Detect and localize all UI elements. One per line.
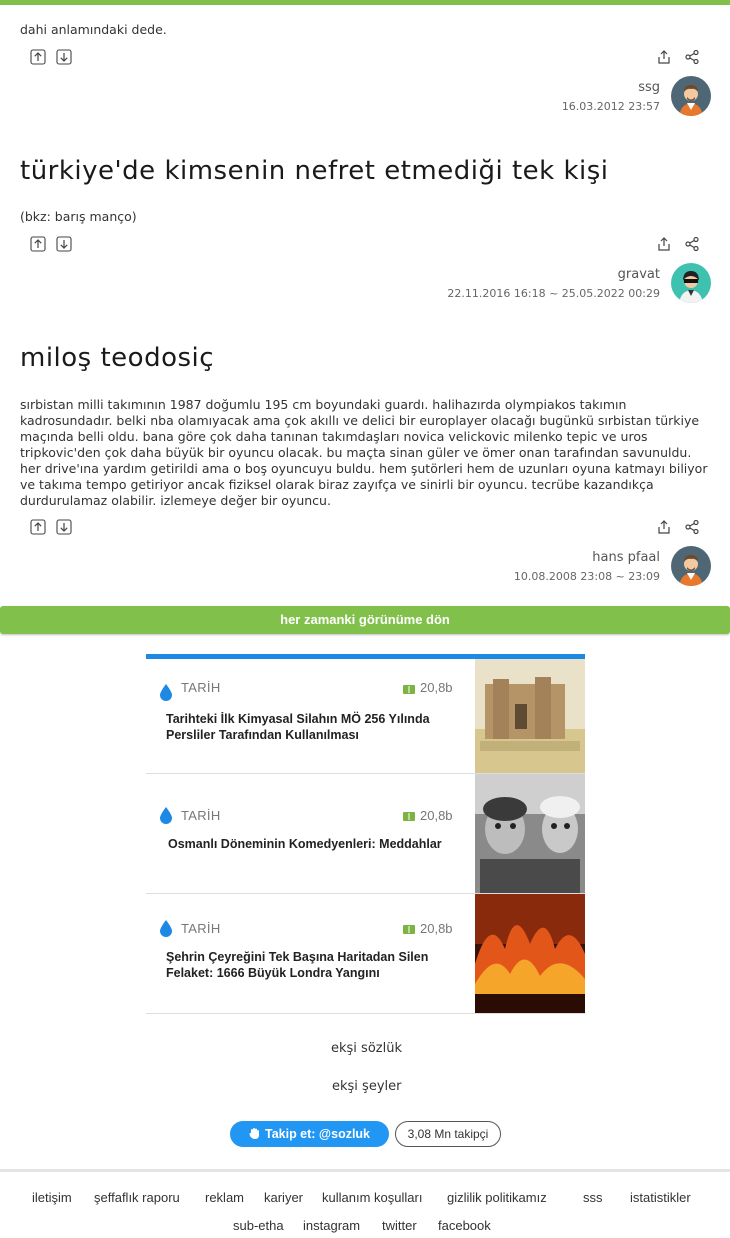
author-name[interactable]: gravat — [618, 267, 660, 282]
entry-date[interactable]: 16.03.2012 23:57 — [562, 100, 660, 113]
entry-text: sırbistan milli takımının 1987 doğumlu 1… — [20, 397, 708, 508]
share-icon[interactable] — [684, 236, 700, 252]
follow-button[interactable]: Takip et: @sozluk — [230, 1121, 389, 1147]
share-out-icon[interactable] — [656, 519, 672, 535]
share-out-icon[interactable] — [656, 236, 672, 252]
promo-thumbnail[interactable] — [475, 894, 585, 1013]
footer-link-advertising[interactable]: reklam — [205, 1190, 244, 1205]
footer-divider — [0, 1169, 730, 1172]
eksi-seyler-link[interactable]: ekşi şeyler — [332, 1079, 401, 1094]
avatar[interactable] — [671, 263, 711, 303]
book-icon — [403, 812, 415, 821]
promo-category: TARİH — [181, 680, 221, 695]
footer-link-terms[interactable]: kullanım koşulları — [322, 1190, 422, 1205]
promo-thumbnail[interactable] — [475, 659, 585, 773]
topic-title[interactable]: miloş teodosiç — [20, 343, 214, 373]
promo-card[interactable]: TARİH 20,8b Osmanlı Döneminin Komedyenle… — [146, 774, 585, 894]
upvote-icon[interactable] — [30, 49, 46, 65]
topic-title[interactable]: türkiye'de kimsenin nefret etmediği tek … — [20, 156, 609, 186]
back-to-default-view-button[interactable]: her zamanki görünüme dön — [0, 606, 730, 634]
promo-title[interactable]: Osmanlı Döneminin Komedyenleri: Meddahla… — [168, 836, 448, 852]
footer-link-twitter[interactable]: twitter — [382, 1218, 417, 1233]
promo-card-list: TARİH 20,8b Tarihteki İlk Kimyasal Silah… — [146, 654, 585, 1014]
promo-category: TARİH — [181, 808, 221, 823]
eksi-sozluk-link[interactable]: ekşi sözlük — [331, 1041, 402, 1056]
footer-link-privacy[interactable]: gizlilik politikamız — [447, 1190, 547, 1205]
downvote-icon[interactable] — [56, 519, 72, 535]
promo-thumbnail[interactable] — [475, 774, 585, 893]
hand-icon — [249, 1123, 260, 1149]
footer-link-statistics[interactable]: istatistikler — [630, 1190, 691, 1205]
follower-count[interactable]: 3,08 Mn takipçi — [395, 1121, 501, 1147]
avatar[interactable] — [671, 546, 711, 586]
footer-link-faq[interactable]: sss — [583, 1190, 603, 1205]
downvote-icon[interactable] — [56, 236, 72, 252]
downvote-icon[interactable] — [56, 49, 72, 65]
footer-link-contact[interactable]: iletişim — [32, 1190, 72, 1205]
share-icon[interactable] — [684, 49, 700, 65]
upvote-icon[interactable] — [30, 236, 46, 252]
entry-date[interactable]: 22.11.2016 16:18 ~ 25.05.2022 00:29 — [447, 287, 660, 300]
promo-read-count: 20,8b — [420, 808, 453, 823]
follow-label: Takip et: @sozluk — [264, 1127, 371, 1141]
water-drop-icon — [160, 807, 172, 824]
promo-title[interactable]: Tarihteki İlk Kimyasal Silahın MÖ 256 Yı… — [166, 711, 446, 743]
entry-text: dahi anlamındaki dede. — [20, 22, 167, 37]
footer-link-instagram[interactable]: instagram — [303, 1218, 360, 1233]
author-name[interactable]: ssg — [638, 80, 660, 95]
promo-card[interactable]: TARİH 20,8b Şehrin Çeyreğini Tek Başına … — [146, 894, 585, 1014]
footer-link-transparency-report[interactable]: şeffaflık raporu — [94, 1190, 180, 1205]
promo-card[interactable]: TARİH 20,8b Tarihteki İlk Kimyasal Silah… — [146, 659, 585, 774]
entry-date[interactable]: 10.08.2008 23:08 ~ 23:09 — [514, 570, 660, 583]
share-out-icon[interactable] — [656, 49, 672, 65]
entry-text: (bkz: barış manço) — [20, 209, 137, 224]
footer-link-careers[interactable]: kariyer — [264, 1190, 303, 1205]
avatar[interactable] — [671, 76, 711, 116]
book-icon — [403, 925, 415, 934]
water-drop-icon — [160, 920, 172, 937]
water-drop-icon — [160, 684, 172, 701]
author-name[interactable]: hans pfaal — [592, 550, 660, 565]
promo-category: TARİH — [181, 921, 221, 936]
promo-read-count: 20,8b — [420, 680, 453, 695]
share-icon[interactable] — [684, 519, 700, 535]
footer-link-sub-etha[interactable]: sub-etha — [233, 1218, 284, 1233]
footer-link-facebook[interactable]: facebook — [438, 1218, 491, 1233]
promo-title[interactable]: Şehrin Çeyreğini Tek Başına Haritadan Si… — [166, 949, 446, 981]
promo-read-count: 20,8b — [420, 921, 453, 936]
book-icon — [403, 685, 415, 694]
top-accent-bar — [0, 0, 730, 5]
upvote-icon[interactable] — [30, 519, 46, 535]
